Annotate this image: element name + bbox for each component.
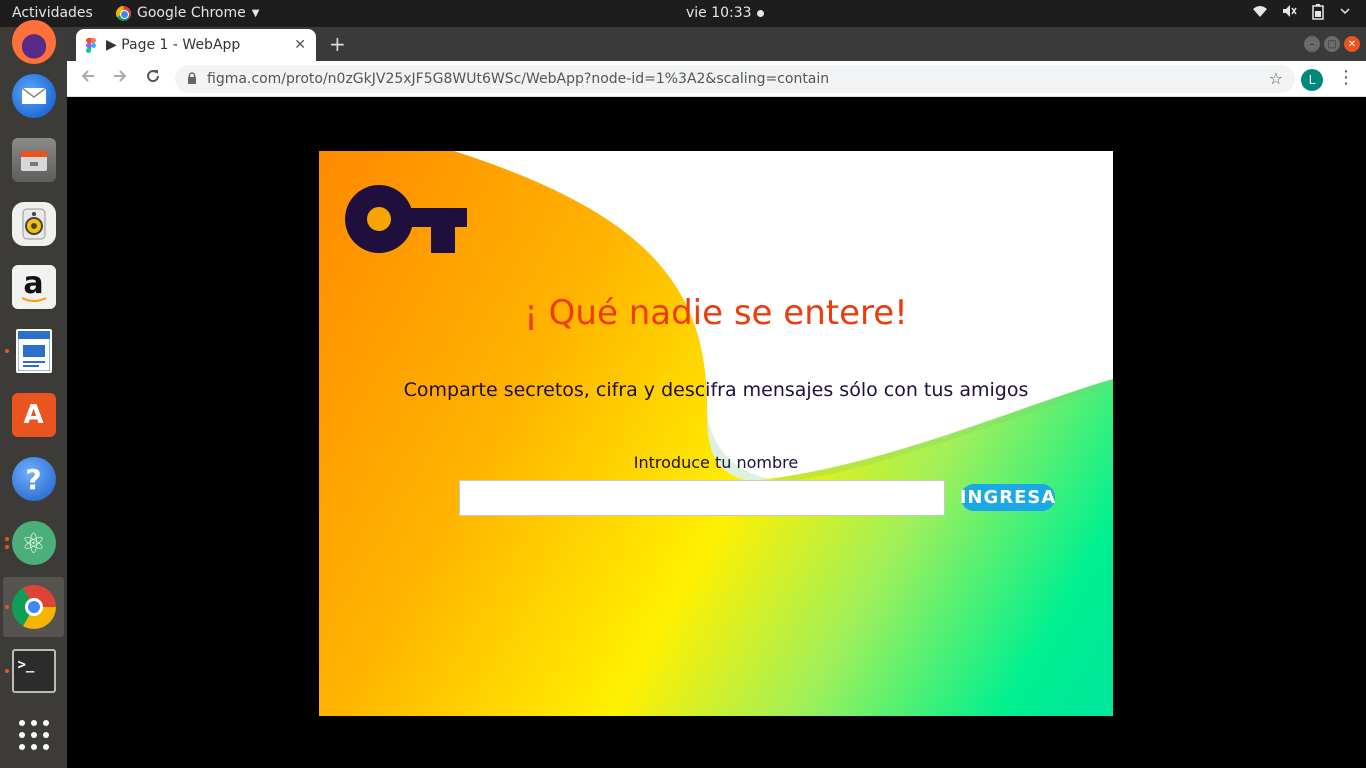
app-menu[interactable]: Google Chrome ▼ [116,5,259,21]
libreoffice-writer-icon [15,329,52,373]
figma-prototype-frame: ¡ Qué nadie se entere! Comparte secretos… [319,151,1113,716]
software-center-glyph: A [23,400,44,430]
chrome-window: ▶ Page 1 - WebApp ✕ + – □ ✕ figma.com/pr… [67,27,1366,768]
volume-icon[interactable] [1282,4,1298,24]
files-icon [11,138,56,182]
chrome-icon [116,5,131,21]
chevron-down-icon: ▼ [251,7,260,19]
lock-icon[interactable] [187,71,197,87]
minimize-button[interactable]: – [1304,36,1320,52]
help-glyph: ? [25,462,42,496]
page-title: ¡ Qué nadie se entere! [524,293,908,333]
show-apps-icon [12,713,56,757]
reload-icon [147,70,160,83]
running-indicator [5,669,9,673]
tab-strip: ▶ Page 1 - WebApp ✕ + – □ ✕ [67,27,1366,61]
dock-files[interactable] [3,130,64,190]
running-indicator [5,537,9,541]
bookmark-star-icon[interactable]: ☆ [1269,69,1283,88]
firefox-icon [11,20,56,64]
system-tray[interactable] [1252,4,1352,24]
rhythmbox-icon [11,202,56,246]
dock-writer[interactable] [3,321,64,381]
software-center-icon: A [11,393,56,437]
terminal-glyph: >_ [17,657,35,673]
tab-close-button[interactable]: ✕ [294,37,306,53]
dock-amazon[interactable]: a [3,257,64,317]
amazon-glyph: a [23,266,44,301]
chrome-menu-button[interactable]: ⋮ [1337,67,1355,88]
name-input[interactable] [459,480,945,516]
wifi-icon[interactable] [1252,4,1268,24]
dock-help[interactable]: ? [3,449,64,509]
clock[interactable]: vie 10:33 [686,5,764,21]
battery-icon[interactable] [1312,4,1324,24]
atom-glyph: ⚛ [20,526,47,560]
dock-show-apps[interactable] [3,705,64,765]
page-subtitle: Comparte secretos, cifra y descifra mens… [403,379,1029,401]
dock-chrome[interactable] [3,577,64,637]
browser-toolbar: figma.com/proto/n0zGkJV25xJF5G8WUt6WSc/W… [67,61,1366,97]
profile-avatar[interactable]: L [1301,69,1323,91]
chrome-icon [11,585,56,629]
running-indicator [5,545,9,549]
figma-icon [86,37,96,53]
maximize-button[interactable]: □ [1324,36,1340,52]
running-indicator [5,605,9,609]
help-icon: ? [11,457,56,501]
back-button[interactable] [80,68,96,89]
clock-text: vie 10:33 [686,5,752,21]
power-menu-icon[interactable] [1338,4,1352,24]
dock-thunderbird[interactable] [3,66,64,126]
thunderbird-icon [11,74,56,118]
url-text: figma.com/proto/n0zGkJV25xJF5G8WUt6WSc/W… [207,71,830,87]
atom-icon: ⚛ [11,521,56,565]
tab-page-1-webapp[interactable]: ▶ Page 1 - WebApp ✕ [76,29,316,61]
window-controls: – □ ✕ [1304,36,1360,52]
app-name: Google Chrome [137,5,246,21]
dock-rhythmbox[interactable] [3,194,64,254]
amazon-icon: a [11,265,56,309]
dock: a A ? ⚛ >_ [0,20,67,768]
address-bar[interactable]: figma.com/proto/n0zGkJV25xJF5G8WUt6WSc/W… [175,65,1295,93]
close-window-button[interactable]: ✕ [1344,36,1360,52]
reload-button[interactable] [145,68,161,89]
dock-terminal[interactable]: >_ [3,641,64,701]
terminal-icon: >_ [11,649,56,693]
running-indicator [5,349,9,353]
forward-button[interactable] [112,68,128,89]
system-top-bar: Actividades Google Chrome ▼ vie 10:33 [0,0,1366,27]
tab-title: ▶ Page 1 - WebApp [106,37,241,53]
name-field-label: Introduce tu nombre [633,453,799,472]
arrow-right-icon [114,70,127,82]
dock-firefox[interactable] [3,12,64,72]
dock-software-center[interactable]: A [3,385,64,445]
chrome-center-icon [24,598,43,616]
ingresa-button[interactable]: INGRESA [960,484,1055,511]
page-viewport: ¡ Qué nadie se entere! Comparte secretos… [67,97,1366,768]
dock-atom[interactable]: ⚛ [3,513,64,573]
key-logo-icon [345,185,467,253]
new-tab-button[interactable]: + [329,32,346,56]
notification-dot-icon [756,9,764,17]
arrow-left-icon [81,70,94,82]
